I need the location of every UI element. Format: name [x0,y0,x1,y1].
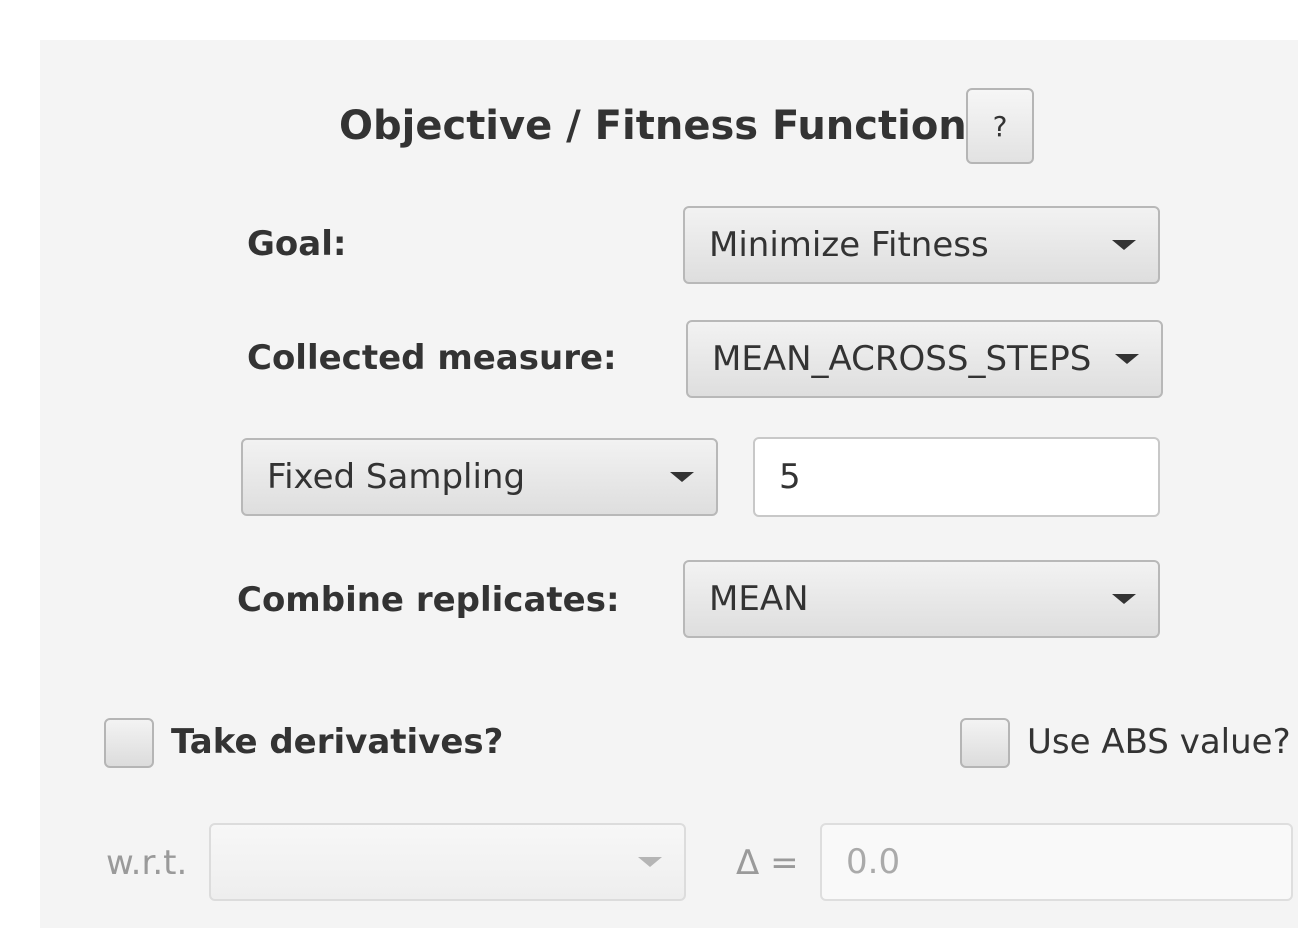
help-button-label: ? [992,109,1008,143]
delta-value: 0.0 [846,842,901,882]
panel-title: Objective / Fitness Function [339,103,967,149]
chevron-down-icon [1115,354,1139,364]
take-derivatives-label: Take derivatives? [171,722,504,762]
help-button[interactable]: ? [966,88,1034,164]
collected-measure-dropdown-value: MEAN_ACROSS_STEPS [712,339,1092,379]
goal-dropdown-value: Minimize Fitness [709,225,989,265]
goal-label: Goal: [247,224,347,264]
use-abs-value-checkbox[interactable] [960,718,1010,768]
delta-input[interactable]: 0.0 [820,823,1293,901]
combine-replicates-dropdown-value: MEAN [709,579,809,619]
collected-measure-label: Collected measure: [247,338,617,378]
chevron-down-icon [1112,240,1136,250]
combine-replicates-dropdown[interactable]: MEAN [683,560,1160,638]
chevron-down-icon [1112,594,1136,604]
wrt-dropdown[interactable] [209,823,686,901]
sampling-method-dropdown-value: Fixed Sampling [267,457,526,497]
wrt-label: w.r.t. [106,843,188,883]
goal-dropdown[interactable]: Minimize Fitness [683,206,1160,284]
use-abs-value-label: Use ABS value? [1027,722,1291,762]
collected-measure-dropdown[interactable]: MEAN_ACROSS_STEPS [686,320,1163,398]
sample-count-value: 5 [779,457,801,497]
sample-count-input[interactable]: 5 [753,437,1160,517]
chevron-down-icon [638,857,662,867]
sampling-method-dropdown[interactable]: Fixed Sampling [241,438,718,516]
delta-label: Δ = [736,843,799,883]
take-derivatives-checkbox[interactable] [104,718,154,768]
combine-replicates-label: Combine replicates: [237,580,620,620]
chevron-down-icon [670,472,694,482]
